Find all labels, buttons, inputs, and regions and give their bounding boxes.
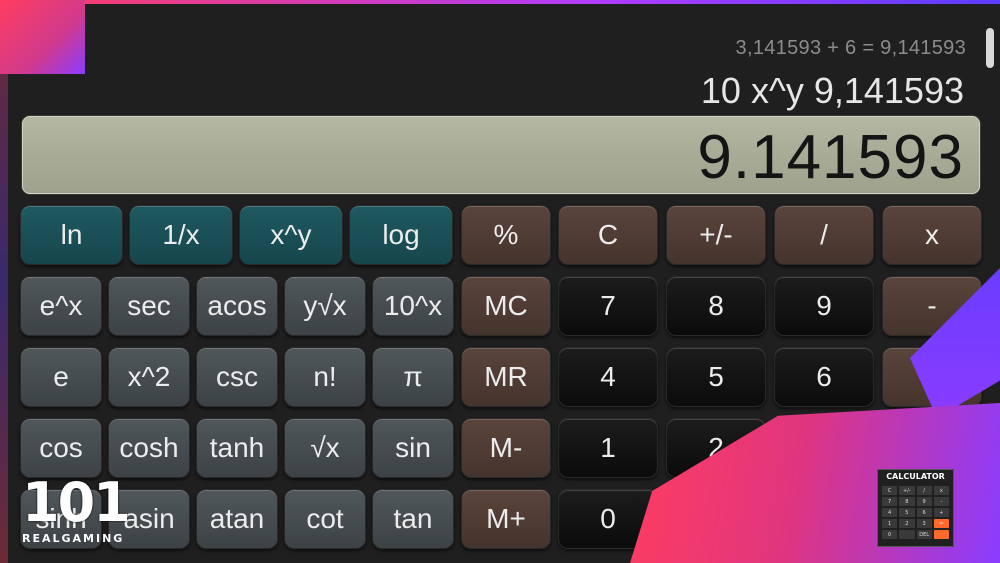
sqrt-button[interactable]: √x bbox=[284, 418, 366, 478]
thumbnail-key: 8 bbox=[899, 497, 915, 506]
thumbnail-key: + bbox=[933, 508, 949, 517]
app-icon-thumbnail: CALCULATOR C +/- / x 7 8 9- 4 5 6 +1 2 3 = 0 DEL bbox=[877, 469, 954, 547]
thumbnail-title: CALCULATOR bbox=[886, 472, 945, 481]
log-button[interactable]: log bbox=[349, 205, 453, 265]
logo-brand: REALGAMING bbox=[22, 532, 125, 545]
memory-subtract-button[interactable]: M- bbox=[461, 418, 551, 478]
pi-button[interactable]: π bbox=[372, 347, 454, 407]
yroot-button[interactable]: y√x bbox=[284, 276, 366, 336]
memory-add-button[interactable]: M+ bbox=[461, 489, 551, 549]
thumbnail-key: 1 bbox=[882, 519, 898, 528]
memory-recall-button[interactable]: MR bbox=[461, 347, 551, 407]
thumbnail-key: 3 bbox=[916, 519, 932, 528]
thumbnail-key: DEL bbox=[916, 530, 932, 539]
cos-button[interactable]: cos bbox=[20, 418, 102, 478]
thumbnail-key: 5 bbox=[899, 508, 915, 517]
csc-button[interactable]: csc bbox=[196, 347, 278, 407]
result-display: 9.141593 bbox=[22, 116, 980, 194]
sin-button[interactable]: sin bbox=[372, 418, 454, 478]
thumbnail-key: 2 bbox=[899, 519, 915, 528]
e-constant-button[interactable]: e bbox=[20, 347, 102, 407]
thumbnail-key: 6 bbox=[916, 508, 932, 517]
exp-button[interactable]: e^x bbox=[20, 276, 102, 336]
thumbnail-key: 7 bbox=[882, 497, 898, 506]
clear-button[interactable]: C bbox=[558, 205, 658, 265]
thumbnail-key bbox=[933, 530, 949, 539]
power-button[interactable]: x^y bbox=[239, 205, 343, 265]
multiply-button[interactable]: x bbox=[882, 205, 982, 265]
digit-4-button[interactable]: 4 bbox=[558, 347, 658, 407]
digit-7-button[interactable]: 7 bbox=[558, 276, 658, 336]
sec-button[interactable]: sec bbox=[108, 276, 190, 336]
memory-clear-button[interactable]: MC bbox=[461, 276, 551, 336]
pow10-button[interactable]: 10^x bbox=[372, 276, 454, 336]
channel-logo: 101 REALGAMING bbox=[22, 476, 142, 551]
negate-button[interactable]: +/- bbox=[666, 205, 766, 265]
atan-button[interactable]: atan bbox=[196, 489, 278, 549]
ln-button[interactable]: ln bbox=[20, 205, 123, 265]
thumbnail-key: x bbox=[933, 486, 949, 495]
logo-number: 101 bbox=[22, 471, 131, 534]
percent-button[interactable]: % bbox=[461, 205, 551, 265]
thumbnail-key: +/- bbox=[899, 486, 915, 495]
result-value: 9.141593 bbox=[697, 123, 964, 192]
thumbnail-key: = bbox=[933, 519, 949, 528]
thumbnail-key: 4 bbox=[882, 508, 898, 517]
digit-6-button[interactable]: 6 bbox=[774, 347, 874, 407]
thumbnail-key bbox=[899, 530, 915, 539]
divide-button[interactable]: / bbox=[774, 205, 874, 265]
acos-button[interactable]: acos bbox=[196, 276, 278, 336]
thumbnail-key: - bbox=[933, 497, 949, 506]
reciprocal-button[interactable]: 1/x bbox=[129, 205, 233, 265]
square-button[interactable]: x^2 bbox=[108, 347, 190, 407]
calculator-app: 3,141593 + 6 = 9,141593 10 x^y 9,141593 … bbox=[0, 0, 1000, 563]
tanh-button[interactable]: tanh bbox=[196, 418, 278, 478]
digit-1-button[interactable]: 1 bbox=[558, 418, 658, 478]
history-scrollbar[interactable] bbox=[986, 28, 994, 68]
digit-9-button[interactable]: 9 bbox=[774, 276, 874, 336]
digit-8-button[interactable]: 8 bbox=[666, 276, 766, 336]
cosh-button[interactable]: cosh bbox=[108, 418, 190, 478]
history-line: 3,141593 + 6 = 9,141593 bbox=[735, 37, 966, 59]
overlay-left-strip bbox=[0, 0, 8, 563]
thumbnail-key: / bbox=[916, 486, 932, 495]
thumbnail-key: C bbox=[882, 486, 898, 495]
thumbnail-key: 0 bbox=[882, 530, 898, 539]
current-expression: 10 x^y 9,141593 bbox=[700, 70, 964, 111]
tan-button[interactable]: tan bbox=[372, 489, 454, 549]
thumbnail-key: 9 bbox=[916, 497, 932, 506]
factorial-button[interactable]: n! bbox=[284, 347, 366, 407]
cot-button[interactable]: cot bbox=[284, 489, 366, 549]
thumbnail-keypad: C +/- / x 7 8 9- 4 5 6 +1 2 3 = 0 DEL bbox=[882, 486, 949, 539]
overlay-corner-decoration bbox=[0, 0, 85, 74]
digit-5-button[interactable]: 5 bbox=[666, 347, 766, 407]
